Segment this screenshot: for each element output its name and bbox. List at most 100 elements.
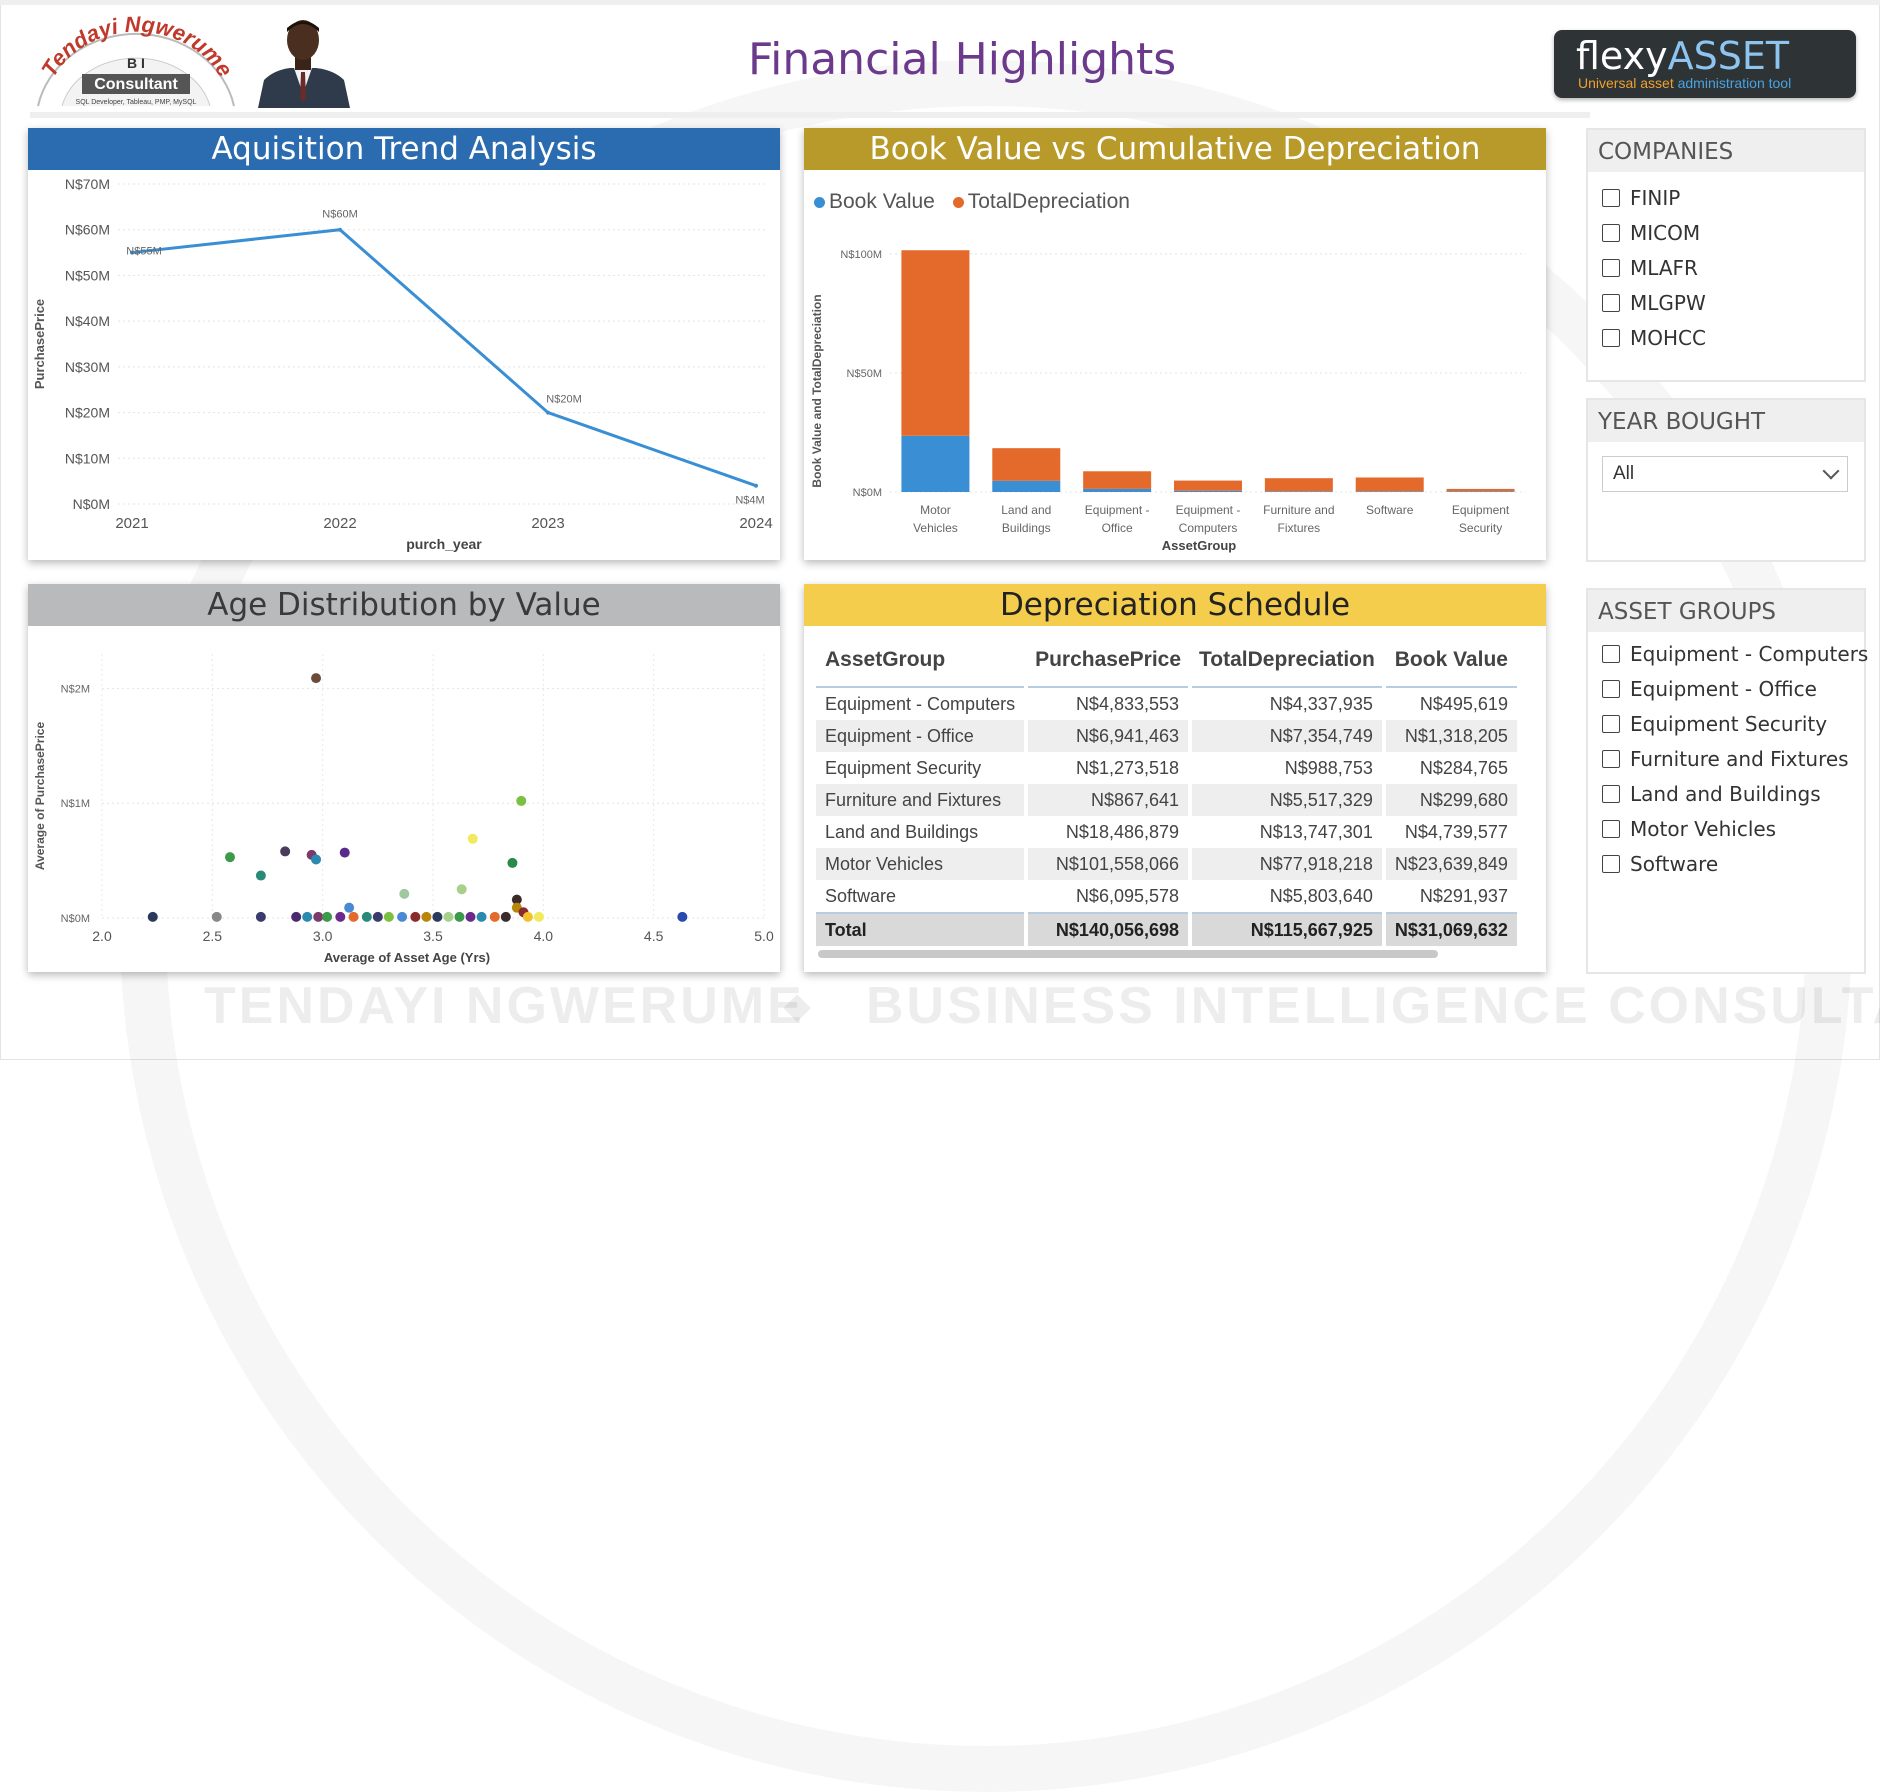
company-option[interactable]: MICOM xyxy=(1602,221,1700,245)
chevron-down-icon xyxy=(1822,462,1840,480)
x-tick-label: Furniture and xyxy=(1263,503,1334,517)
x-tick-label: Software xyxy=(1366,503,1414,517)
table-row[interactable]: Equipment Security N$1,273,518 N$988,753… xyxy=(816,752,1517,784)
book-value-panel[interactable]: Book Value vs Cumulative Depreciation Bo… xyxy=(804,128,1546,560)
cell-totaldepreciation: N$13,747,301 xyxy=(1188,816,1384,848)
col-totaldepreciation[interactable]: TotalDepreciation xyxy=(1190,640,1384,688)
table-row[interactable]: Motor Vehicles N$101,558,066 N$77,918,21… xyxy=(816,848,1517,880)
scatter-point xyxy=(211,911,222,922)
book-value-bar-chart[interactable]: N$0M N$50M N$100M Motor Vehicles Land and Buil… xyxy=(804,170,1546,560)
x-tick-label: 3.5 xyxy=(423,928,443,944)
scatter-point xyxy=(410,911,421,922)
col-bookvalue[interactable]: Book Value xyxy=(1383,640,1517,688)
acquisition-trend-panel[interactable]: Aquisition Trend Analysis N$0M N$10M N$20M… xyxy=(28,128,780,560)
x-tick-label: Vehicles xyxy=(913,521,958,535)
age-scatter-chart[interactable]: N$0M N$1M N$2M 2.0 2.5 3.0 3.5 4.0 4.5 5.0 Average… xyxy=(28,626,780,972)
checkbox[interactable] xyxy=(1602,680,1620,698)
asset-group-label: Land and Buildings xyxy=(1630,782,1821,806)
asset-group-option[interactable]: Equipment - Office xyxy=(1602,677,1817,701)
asset-group-option[interactable]: Motor Vehicles xyxy=(1602,817,1776,841)
asset-group-option[interactable]: Equipment Security xyxy=(1602,712,1827,736)
scatter-point xyxy=(421,911,432,922)
checkbox[interactable] xyxy=(1602,855,1620,873)
cell-purchaseprice: N$18,486,879 xyxy=(1024,816,1191,848)
depreciation-table: AssetGroup PurchasePrice TotalDepreciati… xyxy=(816,640,1517,946)
asset-group-option[interactable]: Software xyxy=(1602,852,1718,876)
cell-assetgroup: Software xyxy=(825,885,897,906)
checkbox[interactable] xyxy=(1602,329,1620,347)
cell-assetgroup: Furniture and Fixtures xyxy=(816,784,1027,816)
cell-assetgroup: Equipment - Office xyxy=(816,720,1027,752)
scatter-point xyxy=(280,846,291,857)
company-label: FINIP xyxy=(1630,186,1681,210)
scatter-point xyxy=(311,673,322,684)
year-bought-dropdown[interactable]: All xyxy=(1602,456,1848,492)
age-distribution-panel[interactable]: Age Distribution by Value N$0M N$1M N$2M 2.… xyxy=(28,584,780,972)
scatter-point xyxy=(344,902,355,913)
checkbox[interactable] xyxy=(1602,259,1620,277)
x-axis-title: purch_year xyxy=(406,536,482,552)
book-value-bar xyxy=(1174,490,1242,492)
asset-groups-title: ASSET GROUPS xyxy=(1588,590,1864,632)
scatter-point xyxy=(255,870,266,881)
col-assetgroup[interactable]: AssetGroup xyxy=(816,640,1027,688)
table-row[interactable]: Land and Buildings N$18,486,879 N$13,747… xyxy=(816,816,1517,848)
checkbox[interactable] xyxy=(1602,715,1620,733)
x-tick-label: 2.0 xyxy=(92,928,112,944)
cell-bookvalue: N$23,639,849 xyxy=(1381,848,1517,880)
table-row[interactable]: Furniture and Fixtures N$867,641 N$5,517… xyxy=(816,784,1517,816)
asset-group-option[interactable]: Land and Buildings xyxy=(1602,782,1821,806)
company-option[interactable]: MOHCC xyxy=(1602,326,1706,350)
asset-group-option[interactable]: Furniture and Fixtures xyxy=(1602,747,1849,771)
total-purchaseprice: N$140,056,698 xyxy=(1024,912,1191,946)
checkbox[interactable] xyxy=(1602,294,1620,312)
checkbox[interactable] xyxy=(1602,820,1620,838)
scatter-point xyxy=(456,884,467,895)
col-purchaseprice[interactable]: PurchasePrice xyxy=(1026,640,1191,688)
x-tick-label: Security xyxy=(1459,521,1502,535)
total-depreciation-bar xyxy=(992,448,1061,481)
x-tick-label: 5.0 xyxy=(754,928,774,944)
company-option[interactable]: FINIP xyxy=(1602,186,1680,210)
scatter-point xyxy=(677,911,688,922)
data-label: N$4M xyxy=(735,495,764,507)
table-row[interactable]: Software N$6,095,578 N$5,803,640 N$291,9… xyxy=(816,880,1517,913)
acquisition-line-chart[interactable]: N$0M N$10M N$20M N$30M N$40M N$50M N$60M N$70M 2… xyxy=(28,170,780,560)
checkbox[interactable] xyxy=(1602,785,1620,803)
x-tick-label: Computers xyxy=(1179,521,1238,535)
table-row[interactable]: Equipment - Computers N$4,833,553 N$4,33… xyxy=(816,687,1517,720)
y-axis-title: Average of PurchasePrice xyxy=(33,722,47,871)
checkbox[interactable] xyxy=(1602,750,1620,768)
checkbox[interactable] xyxy=(1602,189,1620,207)
asset-group-option[interactable]: Equipment - Computers xyxy=(1602,642,1868,666)
x-tick-label: Equipment - xyxy=(1085,503,1150,517)
company-option[interactable]: MLGPW xyxy=(1602,291,1706,315)
y-tick-label: N$50M xyxy=(65,267,110,283)
y-tick-label: N$10M xyxy=(65,450,110,466)
total-depreciation-bar xyxy=(1083,471,1152,489)
cell-bookvalue: N$1,318,205 xyxy=(1381,720,1517,752)
cell-totaldepreciation: N$5,803,640 xyxy=(1188,880,1384,913)
cell-totaldepreciation: N$5,517,329 xyxy=(1188,784,1384,816)
scatter-point xyxy=(443,911,454,922)
y-tick-label: N$70M xyxy=(65,176,110,192)
y-tick-label: N$0M xyxy=(853,487,882,499)
checkbox[interactable] xyxy=(1602,224,1620,242)
logo-bi: B I xyxy=(127,55,145,71)
y-tick-label: N$50M xyxy=(847,368,882,380)
table-row[interactable]: Equipment - Office N$6,941,463 N$7,354,7… xyxy=(816,720,1517,752)
company-option[interactable]: MLAFR xyxy=(1602,256,1698,280)
scatter-point xyxy=(339,847,350,858)
acquisition-trend-title: Aquisition Trend Analysis xyxy=(28,128,780,170)
brand-tag-part1: Universal asset xyxy=(1578,75,1678,91)
table-header-row: AssetGroup PurchasePrice TotalDepreciati… xyxy=(816,640,1517,688)
checkbox[interactable] xyxy=(1602,645,1620,663)
total-totaldepreciation: N$115,667,925 xyxy=(1188,912,1384,946)
scatter-point xyxy=(372,911,383,922)
book-value-bar xyxy=(901,435,970,492)
table-horizontal-scrollbar[interactable] xyxy=(818,950,1438,958)
depreciation-schedule-panel[interactable]: Depreciation Schedule AssetGroup Purchas… xyxy=(804,584,1546,972)
scatter-point xyxy=(465,911,476,922)
scatter-point xyxy=(467,833,478,844)
scatter-point xyxy=(147,911,158,922)
